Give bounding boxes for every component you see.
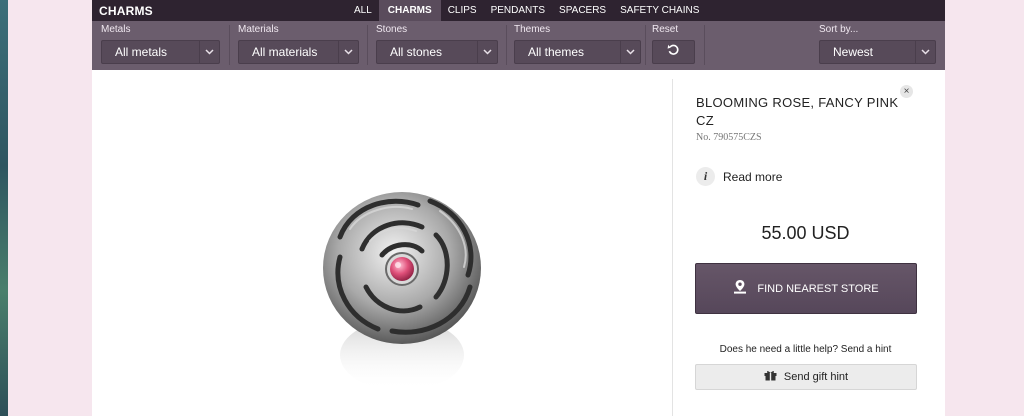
filter-divider bbox=[704, 25, 705, 65]
product-sku: No. 790575CZS bbox=[696, 132, 762, 143]
tab-charms[interactable]: CHARMS bbox=[378, 0, 441, 21]
product-info-panel: × BLOOMING ROSE, FANCY PINK CZ No. 79057… bbox=[672, 79, 937, 416]
chevron-down-icon bbox=[920, 42, 930, 62]
tab-pendants[interactable]: PENDANTS bbox=[484, 0, 552, 21]
sort-select[interactable]: Newest bbox=[819, 40, 936, 64]
tab-spacers[interactable]: SPACERS bbox=[552, 0, 613, 21]
category-tabs: ALL CHARMS CLIPS PENDANTS SPACERS SAFETY… bbox=[347, 0, 706, 21]
product-price: 55.00 USD bbox=[761, 223, 850, 243]
info-icon: i bbox=[696, 167, 715, 186]
themes-label: Themes bbox=[514, 24, 551, 35]
product-image-panel bbox=[100, 79, 672, 416]
chevron-down-icon bbox=[625, 42, 635, 62]
metals-value: All metals bbox=[115, 45, 168, 59]
find-nearest-store-button[interactable]: FIND NEAREST STORE bbox=[695, 263, 917, 314]
materials-label: Materials bbox=[238, 24, 279, 35]
category-title: CHARMS bbox=[99, 4, 153, 18]
sort-value: Newest bbox=[833, 45, 874, 59]
themes-select[interactable]: All themes bbox=[514, 40, 641, 64]
filter-bar: Metals All metals Materials All material… bbox=[92, 21, 945, 70]
product-browser: CHARMS ALL CHARMS CLIPS PENDANTS SPACERS… bbox=[92, 0, 945, 416]
send-gift-hint-label: Send gift hint bbox=[783, 371, 849, 383]
reset-label: Reset bbox=[652, 24, 679, 35]
sort-label: Sort by... bbox=[819, 24, 859, 35]
read-more-label: Read more bbox=[723, 169, 783, 184]
product-image bbox=[323, 192, 481, 391]
tab-clips[interactable]: CLIPS bbox=[441, 0, 484, 21]
materials-select[interactable]: All materials bbox=[238, 40, 359, 64]
send-gift-hint-button[interactable]: Send gift hint bbox=[695, 364, 917, 390]
reset-button[interactable] bbox=[652, 40, 695, 64]
materials-value: All materials bbox=[252, 45, 318, 59]
filter-divider bbox=[367, 25, 368, 65]
desktop-background-edge bbox=[0, 0, 8, 416]
themes-value: All themes bbox=[528, 45, 585, 59]
top-nav-bar: CHARMS ALL CHARMS CLIPS PENDANTS SPACERS… bbox=[92, 0, 945, 21]
stones-value: All stones bbox=[390, 45, 443, 59]
chevron-down-icon bbox=[204, 42, 214, 62]
gift-icon bbox=[764, 368, 777, 386]
filter-divider bbox=[506, 25, 507, 65]
reset-icon bbox=[667, 43, 680, 61]
tab-safety-chains[interactable]: SAFETY CHAINS bbox=[613, 0, 706, 21]
metals-select[interactable]: All metals bbox=[101, 40, 220, 64]
find-nearest-store-label: FIND NEAREST STORE bbox=[757, 282, 879, 295]
product-title: BLOOMING ROSE, FANCY PINK CZ bbox=[696, 95, 899, 128]
filter-divider bbox=[645, 25, 646, 65]
filter-divider bbox=[229, 25, 230, 65]
gift-hint-prompt: Does he need a little help? Send a hint bbox=[719, 344, 892, 355]
metals-label: Metals bbox=[101, 24, 131, 35]
tab-all[interactable]: ALL bbox=[347, 0, 379, 21]
chevron-down-icon bbox=[482, 42, 492, 62]
stones-select[interactable]: All stones bbox=[376, 40, 498, 64]
store-pin-icon bbox=[733, 279, 747, 299]
read-more-link[interactable]: i Read more bbox=[696, 167, 782, 186]
chevron-down-icon bbox=[343, 42, 353, 62]
stones-label: Stones bbox=[376, 24, 408, 35]
